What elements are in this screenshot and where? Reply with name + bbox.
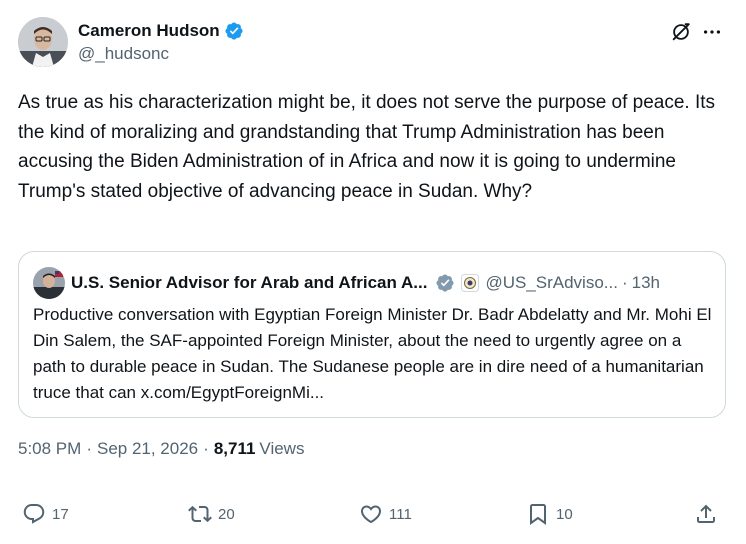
repost-button[interactable]: 20 (188, 498, 235, 530)
like-icon (360, 505, 382, 524)
quoted-tweet-time[interactable]: 13h (632, 273, 660, 293)
tweet-header: Cameron Hudson @_hudsonc (18, 17, 728, 69)
quoted-tweet[interactable]: U.S. Senior Advisor for Arab and African… (18, 251, 726, 418)
bookmark-count: 10 (556, 505, 573, 523)
more-icon[interactable] (700, 20, 724, 44)
separator-dot: · (203, 439, 209, 458)
tweet-date[interactable]: Sep 21, 2026 (97, 439, 198, 459)
author-info: Cameron Hudson @_hudsonc (78, 21, 244, 64)
views-label: Views (259, 439, 305, 458)
verified-badge-icon (225, 22, 243, 40)
quoted-tweet-text: Productive conversation with Egyptian Fo… (33, 305, 712, 402)
affiliate-badge-icon (461, 274, 480, 292)
separator-dot: · (86, 439, 92, 458)
tweet-metadata: 5:08 PM · Sep 21, 2026 · 8,711 Views (18, 439, 304, 459)
author-name[interactable]: Cameron Hudson (78, 21, 220, 41)
quoted-author-handle: @US_SrAdviso... (485, 273, 618, 292)
grok-icon[interactable] (670, 21, 692, 43)
author-handle[interactable]: @_hudsonc (78, 44, 244, 64)
action-bar: 17 20 111 10 (18, 498, 728, 530)
reply-icon (23, 504, 45, 524)
tweet-text: As true as his characterization might be… (18, 92, 716, 202)
share-icon (697, 504, 715, 523)
quoted-author-name: U.S. Senior Advisor for Arab and African… (71, 273, 428, 292)
repost-count: 20 (218, 505, 235, 523)
share-button[interactable] (694, 498, 718, 530)
author-avatar[interactable] (18, 17, 68, 67)
like-count: 111 (389, 505, 412, 523)
reply-count: 17 (52, 505, 69, 523)
separator-dot: · (621, 273, 628, 292)
verified-badge-icon (436, 274, 454, 292)
bookmark-icon (530, 504, 546, 525)
like-button[interactable]: 111 (359, 498, 412, 530)
quoted-tweet-header: U.S. Senior Advisor for Arab and African… (33, 267, 713, 299)
tweet-time[interactable]: 5:08 PM (18, 439, 81, 459)
bookmark-button[interactable]: 10 (526, 498, 573, 530)
quoted-author-avatar (33, 267, 65, 299)
reply-button[interactable]: 17 (22, 498, 69, 530)
views-count: 8,711 (213, 439, 256, 458)
repost-icon (188, 505, 212, 523)
